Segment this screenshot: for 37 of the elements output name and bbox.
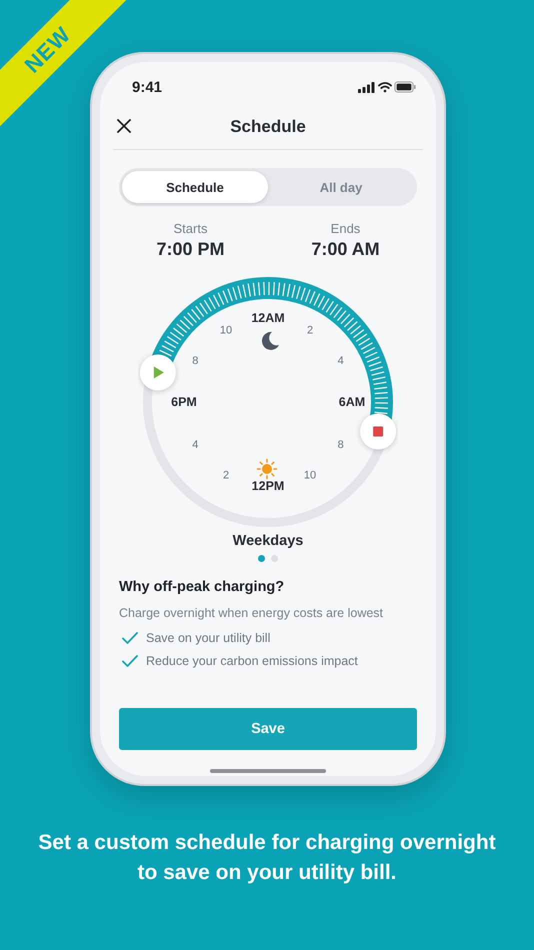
hour-label: 10 xyxy=(304,470,316,482)
start-handle[interactable] xyxy=(140,354,176,390)
tab[interactable]: Schedule xyxy=(122,171,268,203)
section-title: Why off-peak charging? xyxy=(119,579,286,595)
check-icon xyxy=(122,654,138,666)
end-handle[interactable] xyxy=(360,414,396,450)
moon-icon xyxy=(262,332,279,350)
hour-label: 6AM xyxy=(338,395,366,409)
hour-label: 2 xyxy=(222,470,230,482)
hour-label: 10 xyxy=(220,324,232,336)
status-time: 9:41 xyxy=(132,78,162,96)
wifi-icon xyxy=(378,82,392,92)
check-icon xyxy=(122,632,138,644)
schedule-name: Weekdays xyxy=(232,533,304,549)
time-label: Starts xyxy=(174,221,208,236)
caption-text: Set a custom schedule for charging overnight to save on your utility bill. xyxy=(37,830,497,886)
page-dot[interactable] xyxy=(258,555,265,562)
hour-label: 2 xyxy=(306,324,314,336)
hour-label: 6PM xyxy=(171,395,197,409)
page-dot[interactable] xyxy=(271,555,278,562)
section-text: Charge overnight when energy costs are lowest xyxy=(119,606,384,620)
time-value[interactable]: 7:00 AM xyxy=(311,239,380,260)
hour-label: 4 xyxy=(338,355,344,367)
hour-label: 8 xyxy=(192,355,198,367)
benefit-text: Reduce your carbon emissions impact xyxy=(146,654,358,668)
battery-icon xyxy=(394,82,416,92)
time-value[interactable]: 7:00 PM xyxy=(156,239,225,260)
time-label: Ends xyxy=(330,221,360,236)
hour-label: 12AM xyxy=(251,311,285,325)
benefit-text: Save on your utility bill xyxy=(146,630,270,644)
close-icon[interactable] xyxy=(117,119,131,133)
hour-label: 12PM xyxy=(252,479,284,493)
hour-label: 8 xyxy=(338,439,344,451)
sun-icon xyxy=(256,458,278,480)
hour-label: 4 xyxy=(192,439,198,451)
signal-icon xyxy=(358,82,374,93)
screen-title: Schedule xyxy=(230,116,306,136)
